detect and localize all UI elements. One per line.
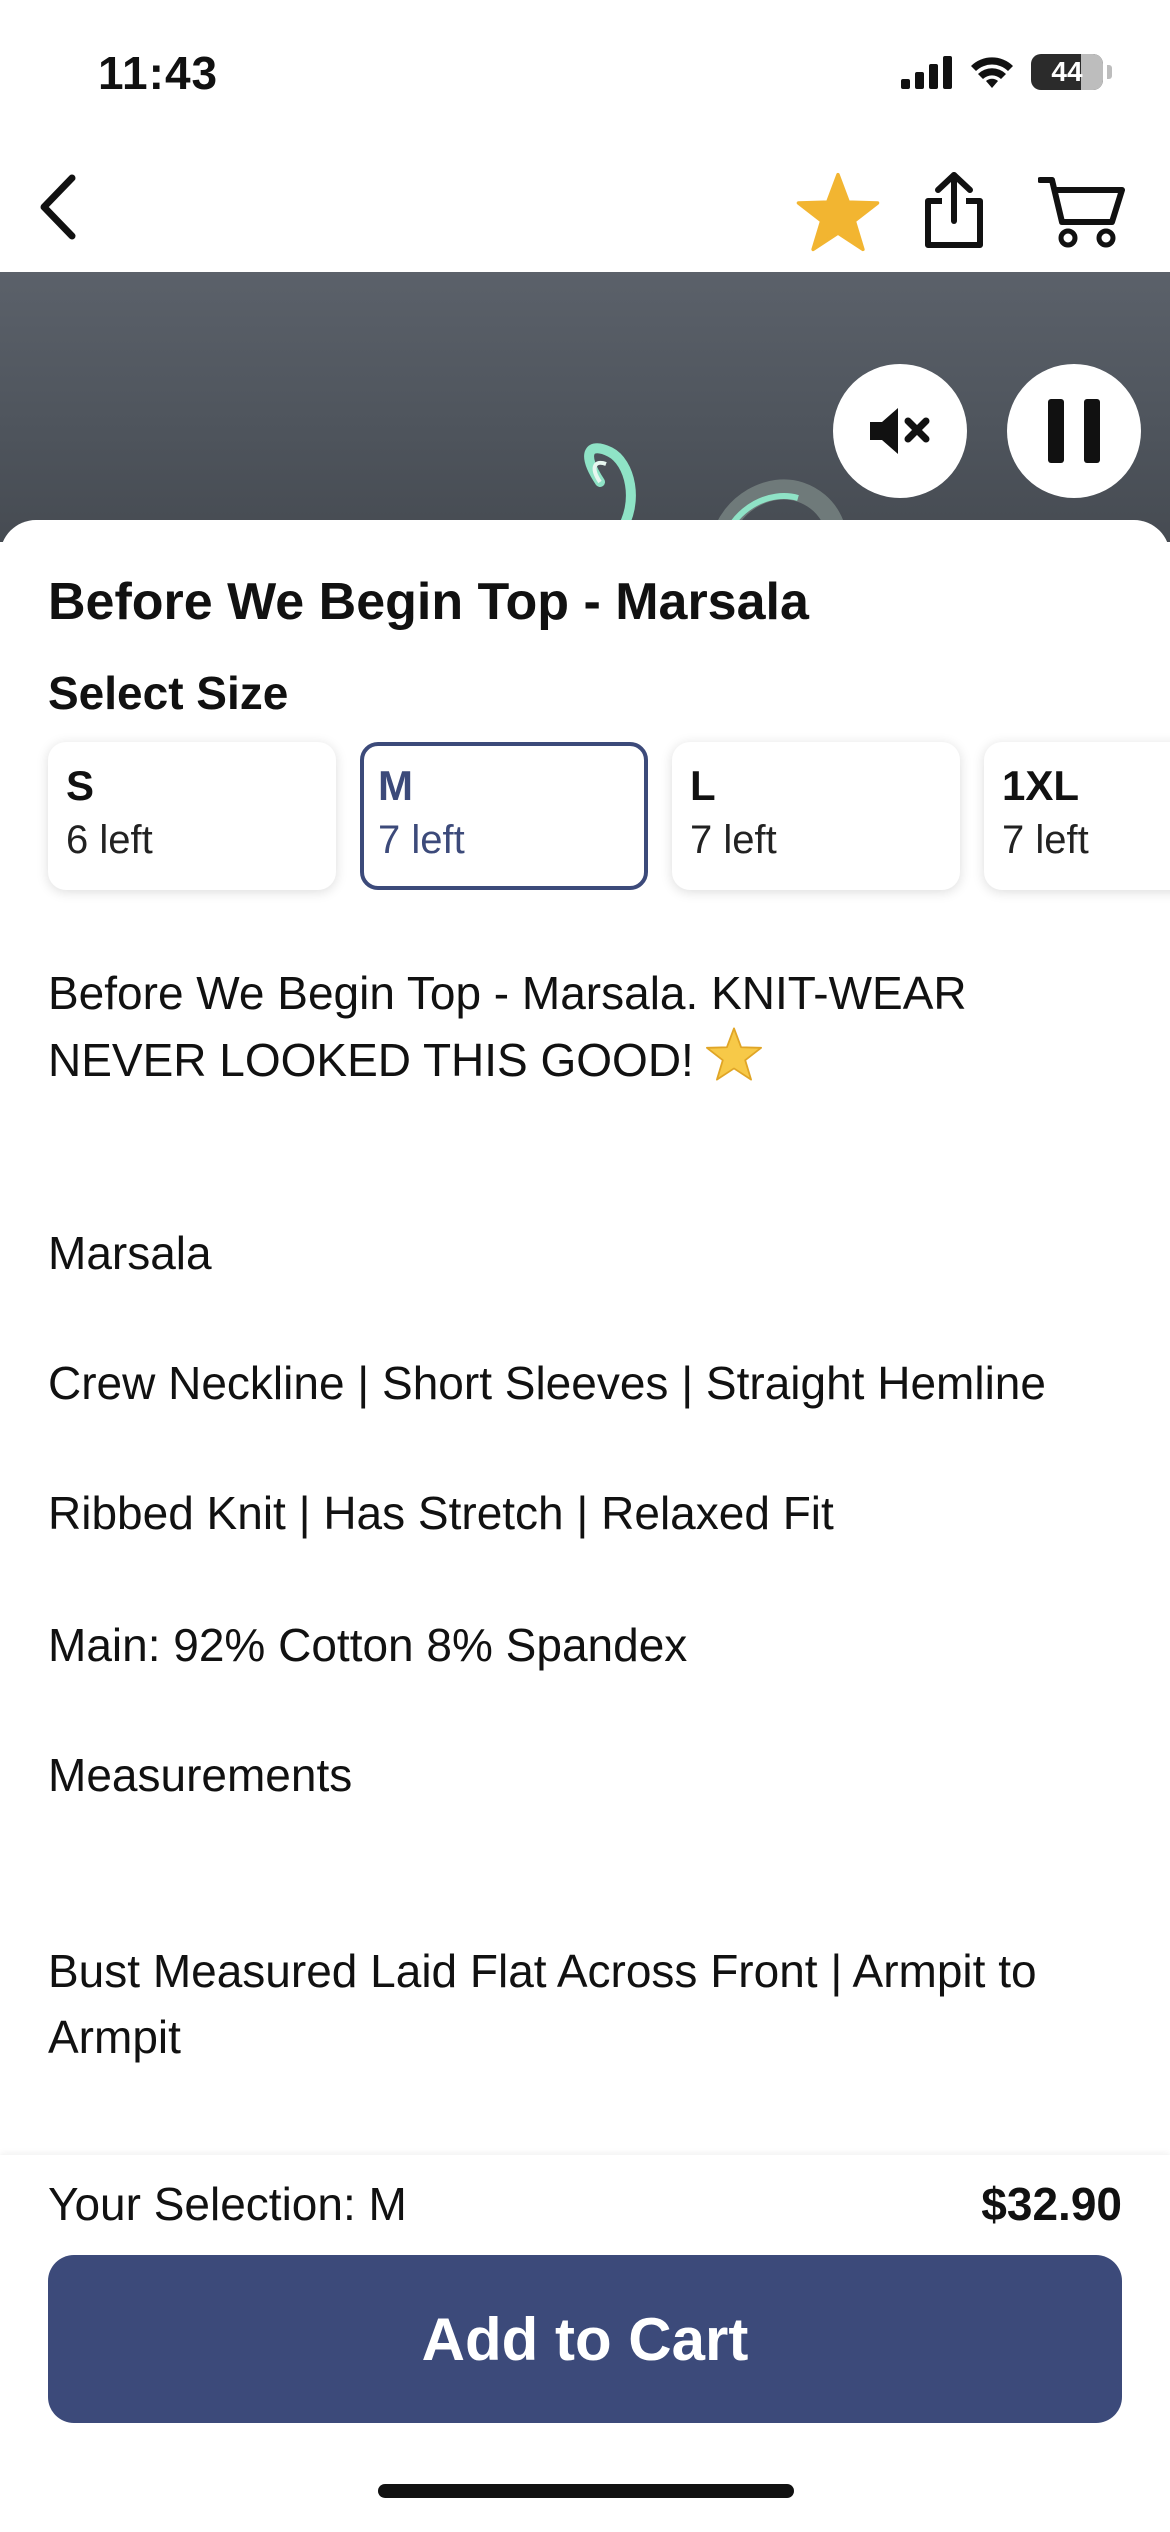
size-name: L bbox=[690, 762, 716, 809]
video-frame-decoration bbox=[511, 443, 847, 542]
status-time: 11:43 bbox=[98, 47, 219, 99]
back-button[interactable] bbox=[18, 162, 98, 252]
product-title: Before We Begin Top - Marsala bbox=[48, 573, 809, 631]
size-name: 1XL bbox=[1002, 762, 1080, 809]
size-name: S bbox=[66, 762, 95, 809]
status-icons: 44 bbox=[901, 54, 1112, 90]
size-name: M bbox=[378, 762, 413, 809]
description-style: Crew Neckline | Short Sleeves | Straight… bbox=[48, 1357, 1046, 1409]
share-button[interactable] bbox=[906, 160, 1002, 260]
description-intro: Before We Begin Top - Marsala. KNIT-WEAR… bbox=[48, 960, 1108, 1099]
product-video[interactable] bbox=[0, 272, 1170, 542]
chevron-left-icon bbox=[40, 174, 76, 240]
your-selection: Your Selection: M bbox=[48, 2178, 407, 2230]
size-stock: 6 left bbox=[66, 818, 153, 862]
size-selector: S 6 left M 7 left L 7 left 1XL 7 left bbox=[48, 742, 1170, 890]
description-material: Main: 92% Cotton 8% Spandex bbox=[48, 1619, 688, 1671]
pause-icon bbox=[1048, 399, 1100, 463]
wifi-icon bbox=[971, 57, 1013, 88]
product-sheet: Before We Begin Top - Marsala Select Siz… bbox=[0, 520, 1170, 2160]
cellular-signal-icon bbox=[901, 56, 952, 89]
home-indicator[interactable] bbox=[378, 2484, 794, 2498]
select-size-label: Select Size bbox=[48, 667, 289, 719]
description-color: Marsala bbox=[48, 1227, 212, 1279]
description-measurements-heading: Measurements bbox=[48, 1749, 353, 1801]
share-icon bbox=[925, 172, 983, 248]
size-stock: 7 left bbox=[378, 818, 465, 862]
mute-icon bbox=[870, 408, 930, 454]
description-intro-text: Before We Begin Top - Marsala. KNIT-WEAR… bbox=[48, 967, 967, 1086]
description-fabric: Ribbed Knit | Has Stretch | Relaxed Fit bbox=[48, 1487, 834, 1539]
size-option-1xl[interactable]: 1XL 7 left bbox=[984, 742, 1170, 890]
checkout-footer: Your Selection: M $32.90 Add to Cart bbox=[0, 2155, 1170, 2532]
cart-button[interactable] bbox=[1022, 164, 1142, 260]
size-option-l[interactable]: L 7 left bbox=[672, 742, 960, 890]
star-icon bbox=[796, 172, 880, 252]
add-to-cart-button[interactable]: Add to Cart bbox=[48, 2255, 1122, 2423]
status-bar: 11:43 44 bbox=[0, 0, 1170, 140]
battery-level: 44 bbox=[1051, 56, 1083, 87]
battery-nub bbox=[1107, 65, 1112, 79]
nav-bar bbox=[0, 140, 1170, 270]
pause-button[interactable] bbox=[1007, 364, 1141, 498]
size-stock: 7 left bbox=[690, 818, 777, 862]
mute-button[interactable] bbox=[833, 364, 967, 498]
size-stock: 7 left bbox=[1002, 818, 1089, 862]
star-emoji-icon: ⭐ bbox=[704, 1026, 764, 1099]
size-option-s[interactable]: S 6 left bbox=[48, 742, 336, 890]
size-option-m[interactable]: M 7 left bbox=[360, 742, 648, 890]
cart-icon bbox=[1038, 177, 1125, 248]
description-bust: Bust Measured Laid Flat Across Front | A… bbox=[48, 1945, 1037, 2063]
battery-icon: 44 bbox=[1031, 54, 1103, 90]
favorite-button[interactable] bbox=[790, 164, 886, 260]
price: $32.90 bbox=[981, 2178, 1122, 2230]
